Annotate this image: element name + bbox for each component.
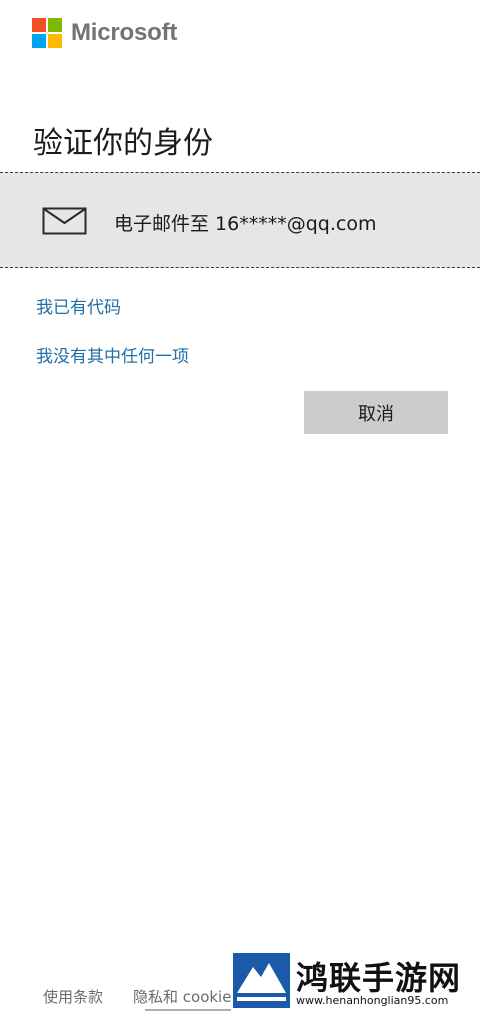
mail-icon [42, 207, 87, 235]
logo-square-green [48, 18, 62, 32]
logo-square-yellow [48, 34, 62, 48]
logo-text: Microsoft [71, 19, 178, 46]
microsoft-logo-icon [32, 18, 62, 48]
email-verification-option[interactable]: 电子邮件至 16*****@qq.com [0, 172, 480, 268]
email-option-label: 电子邮件至 16*****@qq.com [114, 213, 377, 235]
microsoft-logo: Microsoft [32, 17, 177, 49]
none-of-these-link[interactable]: 我没有其中任何一项 [36, 342, 189, 367]
have-code-link[interactable]: 我已有代码 [36, 293, 121, 318]
site-watermark: 鸿联手游网 www.henanhonglian95.com [233, 953, 480, 1013]
terms-of-use-link[interactable]: 使用条款 [43, 986, 103, 1007]
page-title: 验证你的身份 [33, 126, 213, 161]
footer-underline [145, 1009, 231, 1011]
watermark-logo-icon [233, 953, 290, 1008]
logo-square-red [32, 18, 46, 32]
cancel-button[interactable]: 取消 [304, 391, 448, 434]
watermark-url: www.henanhonglian95.com [296, 994, 449, 1007]
page: Microsoft 验证你的身份 电子邮件至 16*****@qq.com 我已… [0, 0, 480, 1013]
privacy-cookies-link[interactable]: 隐私和 cookie [133, 986, 231, 1007]
logo-square-blue [32, 34, 46, 48]
watermark-title: 鸿联手游网 [296, 959, 462, 997]
